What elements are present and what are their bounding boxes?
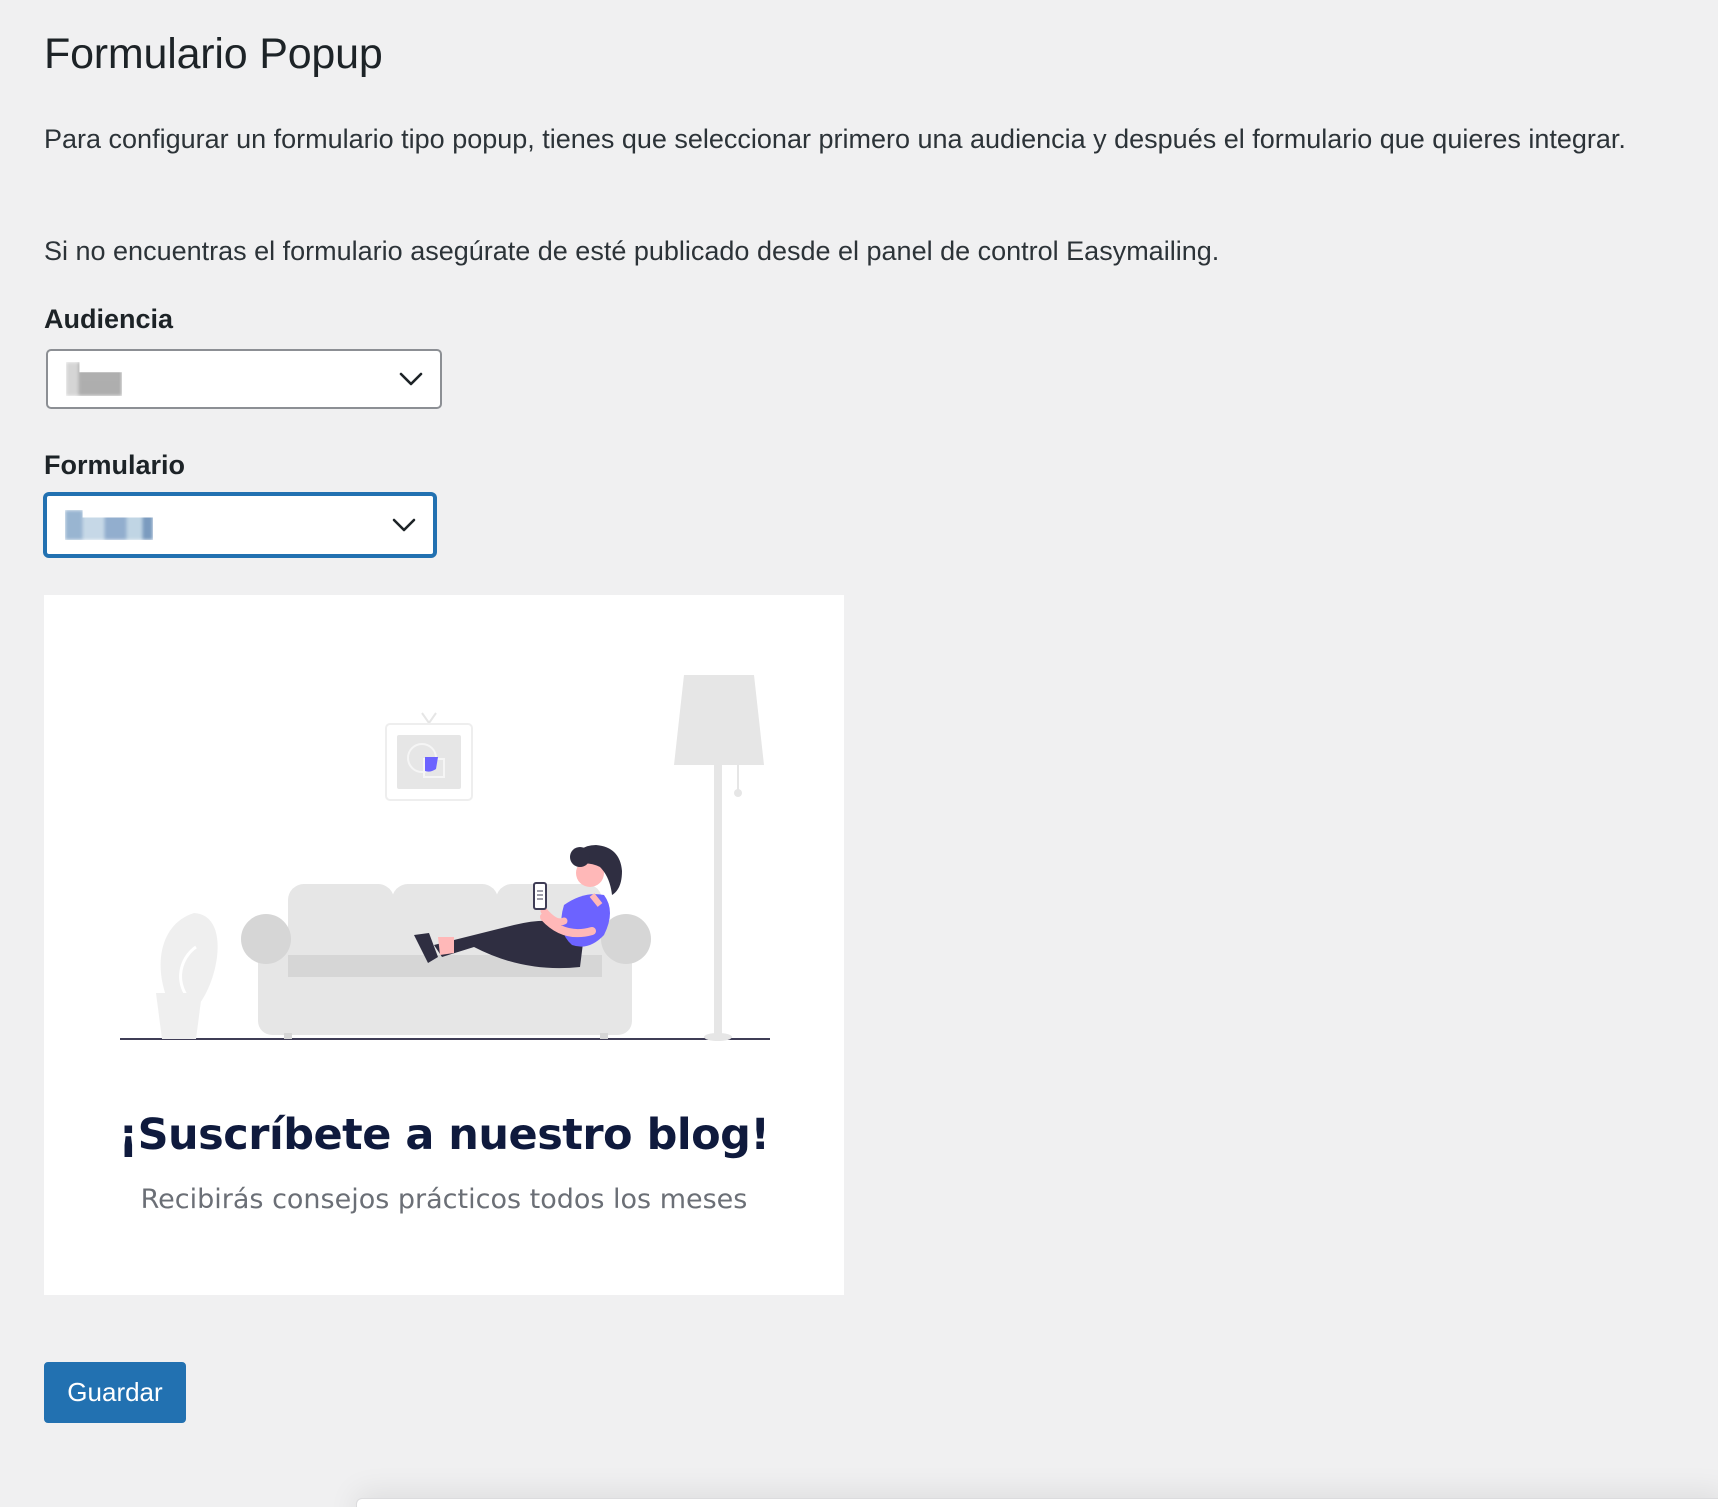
bottom-overlay-panel — [356, 1498, 1718, 1507]
page-description: Para configurar un formulario tipo popup… — [44, 124, 1626, 154]
chevron-down-icon — [392, 518, 416, 532]
page-note: Si no encuentras el formulario asegúrate… — [44, 236, 1220, 266]
audience-label: Audiencia — [44, 304, 174, 334]
popup-heading: ¡Suscríbete a nuestro blog! — [118, 1110, 770, 1160]
chevron-down-icon — [399, 372, 423, 386]
page-title: Formulario Popup — [44, 30, 383, 78]
popup-subheading: Recibirás consejos prácticos todos los m… — [140, 1184, 748, 1215]
form-select[interactable] — [44, 493, 436, 557]
save-button[interactable]: Guardar — [44, 1362, 186, 1423]
audience-select[interactable] — [46, 349, 442, 409]
person-on-sofa-illustration — [120, 675, 770, 1041]
form-label: Formulario — [44, 450, 186, 480]
audience-selected-value-redacted — [66, 362, 122, 396]
form-selected-value-redacted — [65, 510, 153, 540]
